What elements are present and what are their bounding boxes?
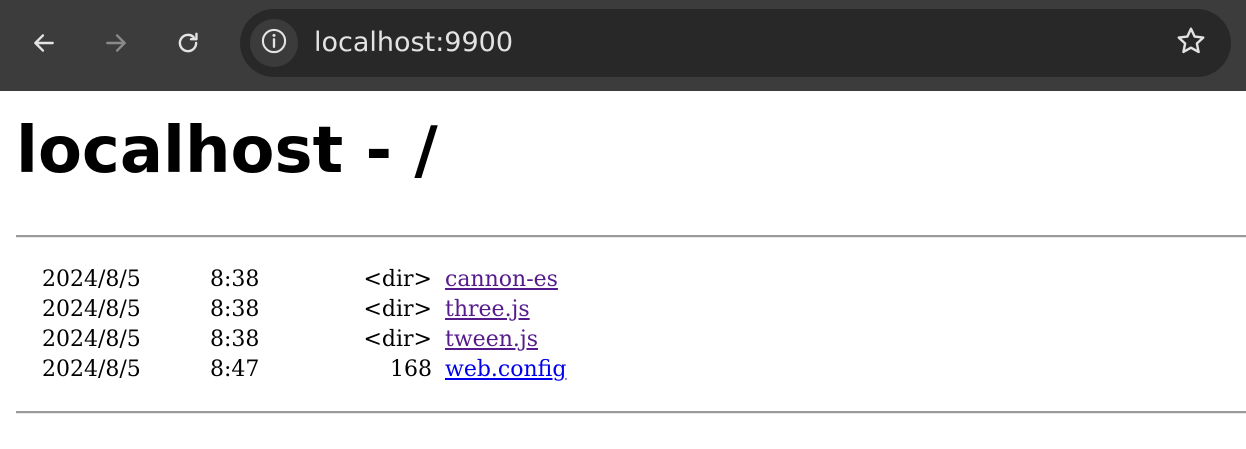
- entry-date: 2024/8/5: [42, 357, 141, 382]
- entry-link-tween-js[interactable]: tween.js: [445, 325, 538, 355]
- arrow-left-icon: [31, 30, 57, 56]
- entry-link-web-config[interactable]: web.config: [445, 355, 566, 385]
- star-icon: [1175, 25, 1207, 62]
- forward-button[interactable]: [94, 21, 138, 65]
- reload-icon: [175, 30, 201, 56]
- entry-link-cannon-es[interactable]: cannon-es: [445, 265, 558, 295]
- bookmark-button[interactable]: [1173, 25, 1209, 61]
- info-icon: [260, 27, 288, 60]
- entry-size: <dir>: [363, 327, 432, 352]
- bottom-divider: [16, 411, 1246, 414]
- arrow-right-icon: [103, 30, 129, 56]
- reload-button[interactable]: [166, 21, 210, 65]
- entry-link-three-js[interactable]: three.js: [445, 295, 530, 325]
- page-content: localhost - / 2024/8/5 8:38 <dir> cannon…: [0, 91, 1246, 449]
- entry-time: 8:38: [210, 327, 260, 352]
- entry-date: 2024/8/5: [42, 297, 141, 322]
- url-text[interactable]: localhost:9900: [314, 25, 513, 61]
- top-divider: [16, 235, 1246, 238]
- back-button[interactable]: [22, 21, 66, 65]
- entry-time: 8:38: [210, 267, 260, 292]
- site-info-button[interactable]: [250, 19, 298, 67]
- entry-size: 168: [390, 357, 432, 382]
- address-bar[interactable]: localhost:9900: [240, 9, 1231, 77]
- entry-size: <dir>: [363, 267, 432, 292]
- entry-time: 8:47: [210, 357, 260, 382]
- browser-toolbar: localhost:9900: [0, 0, 1246, 91]
- page-title: localhost - /: [16, 114, 438, 188]
- entry-date: 2024/8/5: [42, 327, 141, 352]
- entry-size: <dir>: [363, 297, 432, 322]
- entry-date: 2024/8/5: [42, 267, 141, 292]
- entry-time: 8:38: [210, 297, 260, 322]
